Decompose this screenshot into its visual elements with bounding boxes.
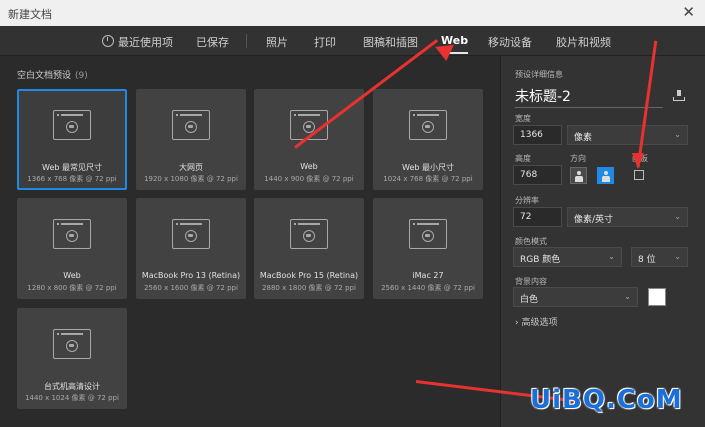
preset-size: 1024 x 768 像素 @ 72 ppi: [383, 175, 473, 183]
height-input[interactable]: 768: [513, 165, 562, 185]
preset-name: Web: [63, 271, 81, 280]
tab-recent[interactable]: 最近使用项: [118, 34, 173, 50]
web-document-icon: [409, 219, 447, 249]
preset-name: 台式机高清设计: [44, 382, 100, 391]
tab-film-video[interactable]: 胶片和视频: [556, 34, 611, 50]
preset-card[interactable]: iMac 27 2560 x 1440 像素 @ 72 ppi: [373, 198, 483, 299]
chevron-right-icon: ›: [515, 318, 519, 328]
save-preset-icon[interactable]: [673, 90, 685, 102]
background-value: 白色: [520, 295, 539, 305]
web-document-icon: [290, 219, 328, 249]
preset-card[interactable]: 大网页 1920 x 1080 像素 @ 72 ppi: [136, 89, 246, 190]
bit-depth-value: 8 位: [638, 255, 656, 265]
width-input[interactable]: 1366: [513, 125, 562, 145]
advanced-options-toggle[interactable]: › 高级选项: [515, 315, 558, 328]
preset-name: MacBook Pro 15 (Retina): [259, 271, 359, 280]
background-color-swatch[interactable]: [648, 288, 666, 306]
preset-card[interactable]: MacBook Pro 15 (Retina) 2880 x 1800 像素 @…: [254, 198, 364, 299]
presets-header: 空白文档预设 (9): [17, 68, 88, 81]
details-header: 预设详细信息: [515, 70, 563, 79]
preset-name: iMac 27: [412, 271, 444, 280]
preset-name: Web: [300, 162, 318, 171]
artboard-checkbox[interactable]: [634, 170, 644, 180]
category-tabs: 最近使用项 已保存 照片 打印 图稿和插图 Web 移动设备 胶片和视频: [0, 26, 705, 56]
tab-print[interactable]: 打印: [314, 34, 336, 50]
window-title: 新建文档: [8, 8, 52, 21]
resolution-input[interactable]: 72: [513, 207, 562, 227]
preset-size: 1280 x 800 像素 @ 72 ppi: [27, 284, 117, 292]
preset-size: 2560 x 1600 像素 @ 72 ppi: [144, 284, 238, 292]
preset-card[interactable]: Web 最常见尺寸 1366 x 768 像素 @ 72 ppi: [17, 89, 127, 190]
clock-icon: [102, 35, 114, 47]
background-select[interactable]: 白色 ⌄: [513, 287, 638, 307]
chevron-down-icon: ⌄: [674, 252, 681, 261]
preset-card[interactable]: MacBook Pro 13 (Retina) 2560 x 1600 像素 @…: [136, 198, 246, 299]
width-label: 宽度: [515, 114, 531, 123]
web-document-icon: [172, 110, 210, 140]
portrait-icon: [577, 171, 581, 175]
preset-name: MacBook Pro 13 (Retina): [141, 271, 241, 280]
web-document-icon: [409, 110, 447, 140]
preset-size: 1366 x 768 像素 @ 72 ppi: [27, 175, 117, 183]
tab-photo[interactable]: 照片: [266, 34, 288, 50]
presets-panel: 空白文档预设 (9) Web 最常见尺寸 1366 x 768 像素 @ 72 p…: [0, 56, 500, 427]
presets-title: 空白文档预设: [17, 71, 72, 81]
preset-size: 2880 x 1800 像素 @ 72 ppi: [262, 284, 356, 292]
preset-size: 1440 x 900 像素 @ 72 ppi: [264, 175, 354, 183]
preset-size: 2560 x 1440 像素 @ 72 ppi: [381, 284, 475, 292]
bit-depth-select[interactable]: 8 位 ⌄: [631, 247, 688, 267]
title-bar: 新建文档 ✕: [0, 0, 705, 26]
presets-count: (9): [75, 71, 88, 81]
landscape-icon: [604, 171, 608, 175]
web-document-icon: [53, 329, 91, 359]
web-document-icon: [172, 219, 210, 249]
color-mode-value: RGB 颜色: [520, 255, 561, 265]
preset-size: 1440 x 1024 像素 @ 72 ppi: [25, 394, 119, 402]
chevron-down-icon: ⌄: [608, 252, 615, 261]
preset-size: 1920 x 1080 像素 @ 72 ppi: [144, 175, 238, 183]
preset-card[interactable]: Web 1280 x 800 像素 @ 72 ppi: [17, 198, 127, 299]
chevron-down-icon: ⌄: [674, 130, 681, 139]
tab-art-illustration[interactable]: 图稿和插图: [363, 34, 418, 50]
chevron-down-icon: ⌄: [674, 212, 681, 221]
portrait-orientation-button[interactable]: [570, 167, 587, 184]
resolution-label: 分辨率: [515, 196, 539, 205]
preset-name: Web 最小尺寸: [402, 163, 454, 172]
color-mode-label: 颜色模式: [515, 237, 547, 246]
orientation-label: 方向: [570, 154, 586, 163]
preset-card[interactable]: Web 1440 x 900 像素 @ 72 ppi: [254, 89, 364, 190]
advanced-options-label: 高级选项: [521, 318, 558, 328]
tab-mobile[interactable]: 移动设备: [488, 34, 532, 50]
tab-divider: [246, 34, 247, 48]
web-document-icon: [53, 110, 91, 140]
preset-name: 大网页: [179, 163, 203, 172]
web-document-icon: [53, 219, 91, 249]
width-unit-select[interactable]: 像素 ⌄: [567, 125, 688, 145]
close-icon[interactable]: ✕: [682, 3, 695, 21]
annotation-arrowhead: [632, 153, 644, 169]
height-label: 高度: [515, 154, 531, 163]
watermark-logo: UiBQ.CoM: [530, 385, 683, 415]
color-mode-select[interactable]: RGB 颜色 ⌄: [513, 247, 622, 267]
preset-name: Web 最常见尺寸: [42, 163, 102, 172]
preset-card[interactable]: Web 最小尺寸 1024 x 768 像素 @ 72 ppi: [373, 89, 483, 190]
background-label: 背景内容: [515, 277, 547, 286]
document-name-underline: [515, 107, 663, 108]
preset-card[interactable]: 台式机高清设计 1440 x 1024 像素 @ 72 ppi: [17, 308, 127, 409]
resolution-unit-value: 像素/英寸: [574, 215, 614, 225]
chevron-down-icon: ⌄: [624, 292, 631, 301]
document-name-input[interactable]: 未标题-2: [515, 86, 571, 106]
tab-saved[interactable]: 已保存: [196, 34, 229, 50]
width-unit-value: 像素: [574, 133, 593, 143]
landscape-orientation-button[interactable]: [597, 167, 614, 184]
resolution-unit-select[interactable]: 像素/英寸 ⌄: [567, 207, 688, 227]
preset-details-panel: 预设详细信息 未标题-2 宽度 1366 像素 ⌄ 高度 方向 画板 768 分…: [500, 56, 705, 427]
